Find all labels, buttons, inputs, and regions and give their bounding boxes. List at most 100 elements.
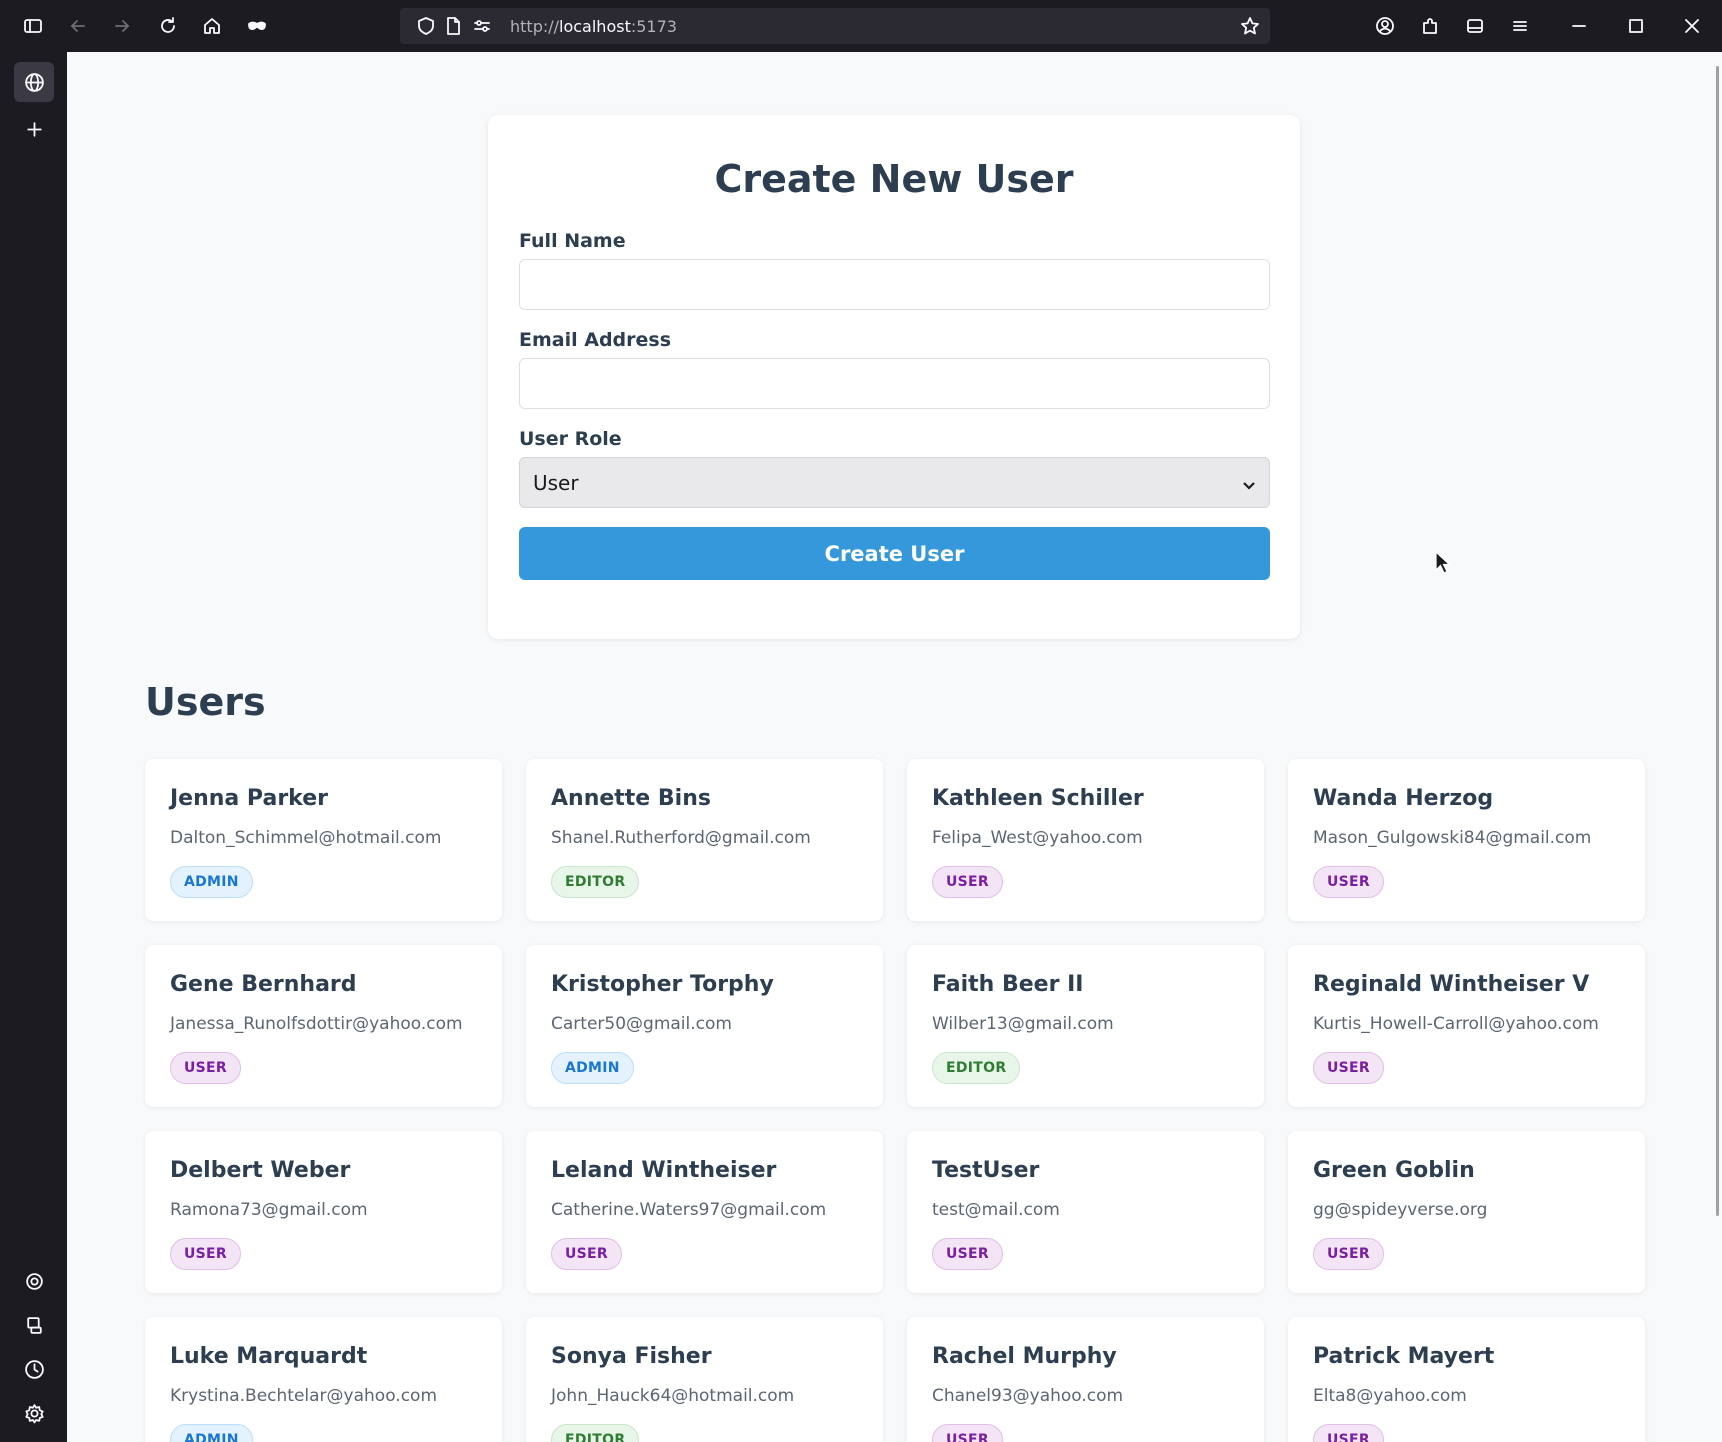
user-email: Catherine.Waters97@gmail.com [551, 1200, 827, 1220]
role-badge: EDITOR [551, 866, 640, 898]
user-card: Delbert Weber Ramona73@gmail.com USER [145, 1131, 502, 1293]
form-title: Create New User [714, 157, 1074, 201]
sidebar-toggle-icon[interactable] [19, 12, 47, 40]
role-badge: USER [932, 866, 1003, 898]
account-icon[interactable] [1371, 12, 1399, 40]
user-name: Rachel Murphy [932, 1344, 1117, 1369]
home-icon[interactable] [198, 12, 226, 40]
user-email: Dalton_Schimmel@hotmail.com [170, 828, 442, 848]
full-name-input[interactable] [519, 259, 1270, 310]
role-badge: USER [932, 1238, 1003, 1270]
globe-icon[interactable] [14, 62, 54, 102]
role-badge: ADMIN [551, 1052, 634, 1084]
user-card: Leland Wintheiser Catherine.Waters97@gmai… [526, 1131, 883, 1293]
user-name: Leland Wintheiser [551, 1158, 777, 1183]
user-card: TestUser test@mail.com USER [907, 1131, 1264, 1293]
user-name: Luke Marquardt [170, 1344, 368, 1369]
user-email: John_Hauck64@hotmail.com [551, 1386, 795, 1406]
user-email: Chanel93@yahoo.com [932, 1386, 1124, 1406]
user-name: Kristopher Torphy [551, 972, 774, 997]
star-icon[interactable] [1236, 12, 1264, 40]
user-name: Kathleen Schiller [932, 786, 1144, 811]
page-icon[interactable] [439, 12, 467, 40]
email-label: Email Address [519, 329, 672, 351]
user-name: Annette Bins [551, 786, 711, 811]
user-card: Reginald Wintheiser V Kurtis_Howell-Carro… [1288, 945, 1645, 1107]
address-bar[interactable]: http://localhost:5173 [400, 8, 1270, 44]
role-badge: EDITOR [932, 1052, 1021, 1084]
user-name: Faith Beer II [932, 972, 1084, 997]
user-card: Kathleen Schiller Felipa_West@yahoo.com US… [907, 759, 1264, 921]
user-card: Jenna Parker Dalton_Schimmel@hotmail.com A… [145, 759, 502, 921]
role-badge: ADMIN [170, 1424, 253, 1442]
user-role-select[interactable]: User [519, 457, 1270, 508]
role-badge: USER [1313, 1424, 1384, 1442]
permissions-icon[interactable] [468, 12, 496, 40]
role-badge: USER [170, 1052, 241, 1084]
extensions-icon[interactable] [1416, 12, 1444, 40]
user-email: Kurtis_Howell-Carroll@yahoo.com [1313, 1014, 1599, 1034]
mouse-cursor-icon [1435, 551, 1451, 574]
page-viewport: Create New User Full Name Email Address … [67, 52, 1722, 1442]
user-email: Krystina.Bechtelar@yahoo.com [170, 1386, 438, 1406]
user-email: Wilber13@gmail.com [932, 1014, 1114, 1034]
browser-sidebar [0, 52, 67, 1442]
plus-icon[interactable] [14, 109, 54, 149]
reload-icon[interactable] [154, 12, 182, 40]
settings-icon[interactable] [14, 1393, 54, 1433]
tabs-icon[interactable] [1461, 12, 1489, 40]
user-email: Mason_Gulgowski84@gmail.com [1313, 828, 1592, 848]
chevron-down-icon [1241, 474, 1257, 490]
history-icon[interactable] [14, 1349, 54, 1389]
private-mask-icon[interactable] [243, 12, 271, 40]
user-role-selected: User [533, 470, 579, 495]
role-badge: USER [1313, 1238, 1384, 1270]
full-name-label: Full Name [519, 230, 626, 252]
user-email: Shanel.Rutherford@gmail.com [551, 828, 811, 848]
user-card: Luke Marquardt Krystina.Bechtelar@yahoo.c… [145, 1317, 502, 1442]
vertical-scrollbar[interactable] [1716, 66, 1719, 1216]
user-email: Janessa_Runolfsdottir@yahoo.com [170, 1014, 463, 1034]
role-badge: USER [170, 1238, 241, 1270]
user-card: Kristopher Torphy Carter50@gmail.com ADMIN [526, 945, 883, 1107]
forward-icon[interactable] [108, 12, 136, 40]
user-name: Sonya Fisher [551, 1344, 712, 1369]
user-card: Patrick Mayert Elta8@yahoo.com USER [1288, 1317, 1645, 1442]
user-name: Reginald Wintheiser V [1313, 972, 1590, 997]
create-user-button[interactable]: Create User [519, 527, 1270, 580]
user-email: Elta8@yahoo.com [1313, 1386, 1467, 1406]
user-email: Carter50@gmail.com [551, 1014, 732, 1034]
close-icon[interactable] [1678, 12, 1706, 40]
user-name: Jenna Parker [170, 786, 328, 811]
user-name: Gene Bernhard [170, 972, 357, 997]
ai-chat-icon[interactable] [14, 1261, 54, 1301]
user-card: Annette Bins Shanel.Rutherford@gmail.com E… [526, 759, 883, 921]
user-name: TestUser [932, 1158, 1040, 1183]
user-name: Wanda Herzog [1313, 786, 1494, 811]
user-email: gg@spideyverse.org [1313, 1200, 1488, 1220]
email-input[interactable] [519, 358, 1270, 409]
minimize-icon[interactable] [1565, 12, 1593, 40]
maximize-icon[interactable] [1622, 12, 1650, 40]
users-heading: Users [145, 680, 266, 724]
browser-toolbar: http://localhost:5173 [0, 0, 1722, 52]
user-name: Patrick Mayert [1313, 1344, 1495, 1369]
role-badge: USER [932, 1424, 1003, 1442]
role-badge: USER [1313, 866, 1384, 898]
role-badge: EDITOR [551, 1424, 640, 1442]
user-email: Ramona73@gmail.com [170, 1200, 368, 1220]
user-card: Green Goblin gg@spideyverse.org USER [1288, 1131, 1645, 1293]
user-email: Felipa_West@yahoo.com [932, 828, 1143, 848]
shield-icon[interactable] [412, 12, 440, 40]
synced-tabs-icon[interactable] [14, 1305, 54, 1345]
back-icon[interactable] [64, 12, 92, 40]
user-email: test@mail.com [932, 1200, 1060, 1220]
role-badge: USER [1313, 1052, 1384, 1084]
url-text[interactable]: http://localhost:5173 [510, 17, 677, 36]
user-card: Sonya Fisher John_Hauck64@hotmail.com EDIT… [526, 1317, 883, 1442]
user-name: Green Goblin [1313, 1158, 1475, 1183]
user-card: Gene Bernhard Janessa_Runolfsdottir@yahoo… [145, 945, 502, 1107]
create-user-form: Create New User Full Name Email Address … [488, 115, 1300, 639]
user-name: Delbert Weber [170, 1158, 351, 1183]
menu-icon[interactable] [1506, 12, 1534, 40]
